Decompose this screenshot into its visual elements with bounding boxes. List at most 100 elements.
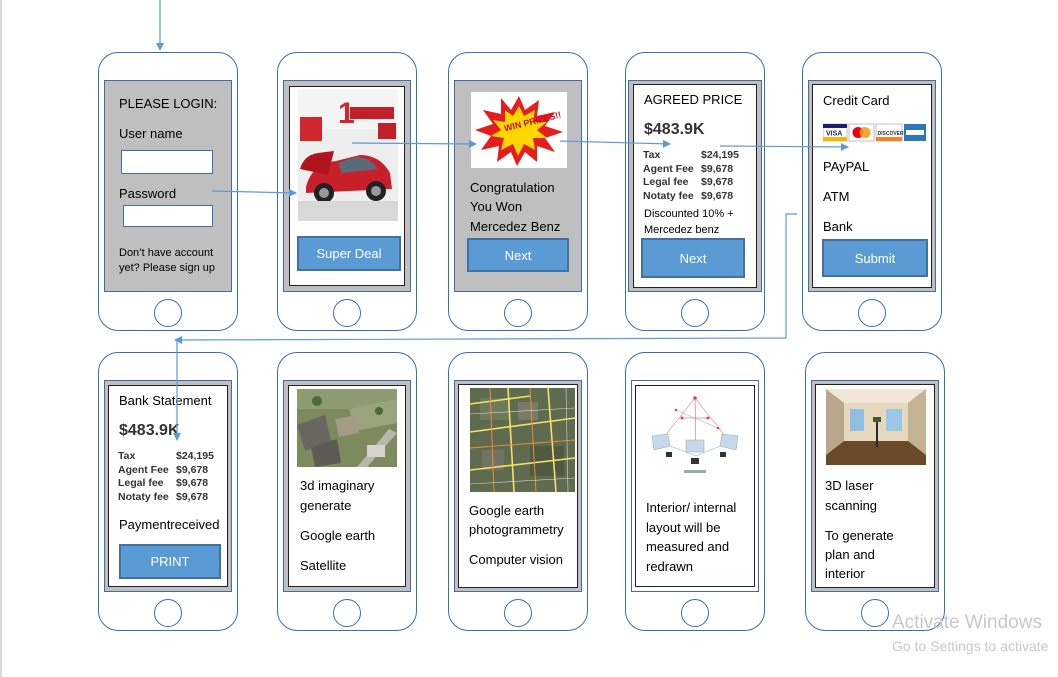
activate-windows-subtext: Go to Settings to activate (892, 638, 1049, 654)
camera-measurement-diagram-image (646, 390, 744, 482)
phone-super-deal: 1 Super Deal (277, 52, 417, 331)
google-earth-text: Google earth (300, 528, 376, 543)
phone-satellite: 3d imaginary generate Google earth Satel… (277, 352, 417, 631)
laser-text-line1: 3D laser (825, 478, 874, 493)
statement-amount: $483.9K (119, 422, 180, 439)
interior-text-line4: redrawn (646, 559, 693, 574)
signup-text-line1: Don’t have account (119, 247, 214, 259)
fee-value: $9,678 (176, 477, 209, 489)
table-row: Legal fee $9,678 (118, 477, 217, 491)
table-row: Agent Fee $9,678 (643, 163, 742, 177)
fee-value: $24,195 (176, 450, 214, 462)
phone-interior-layout: Interior/ internal layout will be measur… (625, 352, 765, 631)
win-screen: WIN PRIZES!! Congratulation You Won Merc… (454, 80, 582, 292)
next-button[interactable]: Next (467, 238, 569, 272)
username-input[interactable] (121, 150, 213, 174)
photogrammetry-text: photogrammetry (469, 522, 564, 537)
amex-icon (904, 124, 926, 141)
laser-panel: 3D laser scanning To generate plan and i… (815, 384, 935, 588)
super-deal-button[interactable]: Super Deal (297, 236, 401, 271)
fee-value: $9,678 (701, 189, 734, 202)
password-input[interactable] (123, 205, 213, 227)
phone-login: PLEASE LOGIN: User name Password Don’t h… (98, 52, 238, 331)
deal-panel: 1 Super Deal (289, 86, 405, 286)
payment-received-text: Paymentreceived (119, 517, 220, 532)
password-label: Password (119, 186, 177, 201)
fee-value: $24,195 (701, 149, 739, 161)
deal-screen: 1 Super Deal (283, 80, 411, 292)
laser-text-line5: interior (825, 566, 865, 581)
phone-photogrammetry: Google earth photogrammetry Computer vis… (448, 352, 588, 631)
agreed-screen: AGREED PRICE $483.9K Tax $24,195 Agent Fe… (628, 80, 762, 292)
interior-text-line3: measured and (646, 539, 730, 554)
phone-win-prize: WIN PRIZES!! Congratulation You Won Merc… (448, 52, 588, 331)
agreed-panel: AGREED PRICE $483.9K Tax $24,195 Agent Fe… (633, 84, 757, 288)
laser-screen: 3D laser scanning To generate plan and i… (811, 380, 939, 592)
interior-screen: Interior/ internal layout will be measur… (631, 380, 759, 592)
imaginary-text-line1: 3d imaginary (300, 478, 375, 493)
congratulation-text: Congratulation (470, 180, 555, 195)
home-button[interactable] (861, 599, 889, 627)
home-button[interactable] (504, 299, 532, 327)
home-button[interactable] (504, 599, 532, 627)
submit-button[interactable]: Submit (822, 239, 928, 277)
table-row: Agent Fee $9,678 (118, 464, 217, 478)
bank-option[interactable]: Bank (823, 217, 853, 237)
fee-label: Legal fee (643, 176, 689, 188)
laser-text-line2: scanning (825, 498, 878, 513)
satellite-screen: 3d imaginary generate Google earth Satel… (283, 380, 411, 592)
you-won-text: You Won (470, 199, 523, 214)
fee-value: $9,678 (701, 176, 734, 188)
svg-text:VISA: VISA (826, 131, 842, 138)
interior-text-line1: Interior/ internal (646, 500, 737, 515)
payment-screen: Credit Card VISA DISCOVER PAyPAL ATM Ban… (808, 80, 936, 292)
fee-label: Notaty fee (118, 490, 169, 503)
table-row: Tax $24,195 (118, 450, 217, 464)
visa-icon: VISA (822, 123, 848, 142)
card-logos: VISA DISCOVER (822, 123, 927, 143)
imaginary-text-line2: generate (300, 498, 352, 513)
payment-panel: Credit Card VISA DISCOVER PAyPAL ATM Ban… (812, 84, 932, 288)
room-scan-photo-image (826, 389, 926, 465)
next-button[interactable]: Next (641, 238, 745, 278)
statement-panel: Bank Statement $483.9K Tax $24,195 Agent … (108, 385, 228, 587)
phone-bank-statement: Bank Statement $483.9K Tax $24,195 Agent … (98, 352, 238, 631)
fee-value: $9,678 (176, 463, 209, 476)
laser-text-line4: plan and (825, 547, 875, 562)
mastercard-icon (848, 123, 875, 142)
table-row: Notaty fee $9,678 (118, 491, 217, 505)
satellite-panel: 3d imaginary generate Google earth Satel… (288, 385, 406, 587)
credit-card-option[interactable]: Credit Card (823, 91, 889, 111)
fee-label: Tax (643, 149, 661, 161)
home-button[interactable] (154, 299, 182, 327)
fee-label: Agent Fee (643, 162, 694, 175)
paypal-option[interactable]: PAyPAL (823, 157, 869, 177)
home-button[interactable] (681, 299, 709, 327)
fee-value: $9,678 (176, 490, 209, 503)
atm-option[interactable]: ATM (823, 187, 849, 207)
laser-text-line3: To generate (825, 528, 894, 543)
home-button[interactable] (154, 599, 182, 627)
agreed-price-title: AGREED PRICE (644, 92, 743, 107)
fee-label: Agent Fee (118, 463, 169, 476)
phone-payment: Credit Card VISA DISCOVER PAyPAL ATM Ban… (802, 52, 942, 331)
photogrammetry-screen: Google earth photogrammetry Computer vis… (454, 380, 582, 592)
table-row: Legal fee $9,678 (643, 176, 742, 190)
username-label: User name (119, 126, 183, 141)
aerial-photo-image (297, 389, 397, 467)
interior-text-line2: layout will be (646, 520, 721, 535)
car-advert-image: 1 (298, 89, 398, 221)
login-screen: PLEASE LOGIN: User name Password Don’t h… (104, 80, 232, 292)
home-button[interactable] (858, 299, 886, 327)
home-button[interactable] (333, 599, 361, 627)
discover-icon: DISCOVER (875, 123, 905, 142)
statement-screen: Bank Statement $483.9K Tax $24,195 Agent … (104, 380, 232, 592)
prize-name-text: Mercedez Benz (470, 219, 561, 234)
print-button[interactable]: PRINT (119, 544, 221, 579)
bank-statement-title: Bank Statement (119, 393, 212, 408)
home-button[interactable] (333, 299, 361, 327)
home-button[interactable] (681, 599, 709, 627)
phone-laser-scanning: 3D laser scanning To generate plan and i… (805, 352, 945, 631)
signup-link[interactable]: yet? Please sign up (119, 261, 215, 275)
svg-text:DISCOVER: DISCOVER (878, 131, 905, 137)
